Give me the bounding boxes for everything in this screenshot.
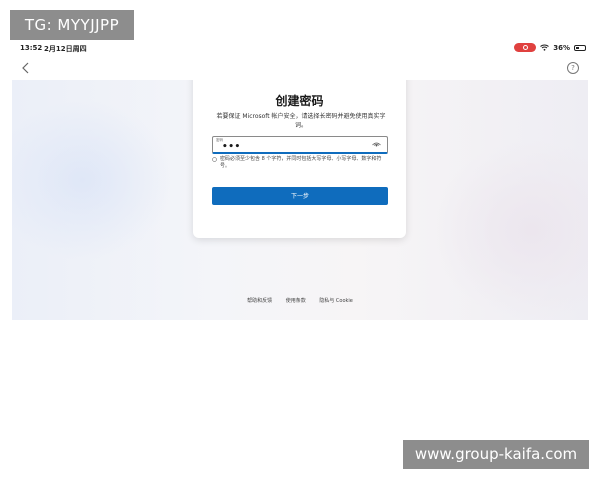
show-password-icon[interactable]: [372, 142, 381, 148]
footer-link-help[interactable]: 帮助和反馈: [247, 298, 272, 304]
back-icon[interactable]: [19, 62, 33, 74]
password-hint: 密码必须至少包含 8 个字符，并同时包括大写字母、小写字母、数字和符号。: [220, 156, 382, 169]
next-button[interactable]: 下一步: [212, 187, 388, 205]
status-time: 13:52: [20, 44, 43, 52]
browser-page: 创建密码 若要保证 Microsoft 帐户安全，请选择长密码并避免使用真实字词…: [12, 80, 588, 320]
screen-record-icon[interactable]: [514, 43, 537, 52]
create-password-card: 创建密码 若要保证 Microsoft 帐户安全，请选择长密码并避免使用真实字词…: [193, 80, 406, 238]
wifi-icon: [540, 44, 550, 51]
status-bar: 13:52 2月12日周四 36%: [0, 40, 600, 56]
status-indicators: 36%: [514, 43, 586, 52]
password-field[interactable]: 密码 •••: [212, 136, 388, 154]
page-description: 若要保证 Microsoft 帐户安全，请选择长密码并避免使用真实字词。: [216, 113, 386, 129]
battery-icon: [574, 44, 586, 51]
status-date: 2月12日周四: [44, 45, 87, 53]
footer-link-privacy[interactable]: 隐私与 Cookie: [319, 298, 353, 304]
footer-links: 帮助和反馈 使用条款 隐私与 Cookie: [12, 297, 588, 304]
info-icon: [212, 157, 217, 162]
battery-percent: 36%: [553, 43, 570, 52]
page-title: 创建密码: [275, 94, 324, 108]
watermark-top: TG: MYYJJPP: [10, 10, 134, 40]
help-icon[interactable]: ?: [567, 62, 579, 74]
watermark-bottom: www.group-kaifa.com: [403, 440, 589, 469]
password-value[interactable]: •••: [222, 142, 241, 152]
footer-link-terms[interactable]: 使用条款: [286, 298, 306, 304]
